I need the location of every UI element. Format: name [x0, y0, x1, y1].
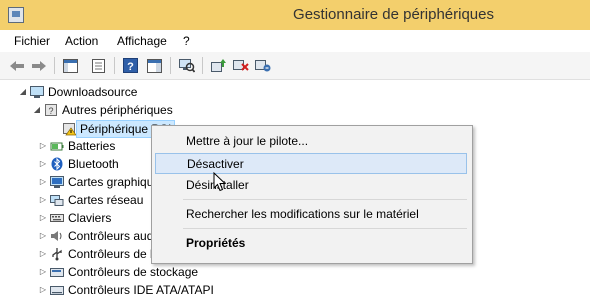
back-icon[interactable]: [8, 57, 25, 74]
expand-arrow-icon[interactable]: ▷: [38, 191, 48, 209]
tree-label-other-devices: Autres périphériques: [62, 103, 173, 117]
collapse-arrow-icon[interactable]: ◢: [18, 83, 28, 101]
tree-label-bluetooth: Bluetooth: [68, 157, 119, 171]
menu-separator: [183, 199, 467, 200]
speaker-icon: [50, 229, 64, 243]
help-icon[interactable]: ?: [122, 57, 139, 74]
warning-device-icon: [62, 122, 77, 136]
properties-icon[interactable]: [90, 57, 107, 74]
uninstall-device-icon[interactable]: [254, 57, 271, 74]
menu-item-disable[interactable]: Désactiver: [155, 153, 467, 174]
scan-hardware-icon[interactable]: [178, 57, 195, 74]
svg-text:?: ?: [48, 106, 53, 116]
menu-bar: Fichier Action Affichage ?: [0, 30, 590, 52]
toolbar: ?: [0, 52, 590, 80]
tree-label-ide-controllers: Contrôleurs IDE ATA/ATAPI: [68, 283, 214, 297]
expand-arrow-icon[interactable]: ▷: [38, 263, 48, 281]
menu-action[interactable]: Action: [65, 34, 98, 48]
tree-node-root[interactable]: ◢ Downloadsource: [18, 83, 218, 101]
collapse-arrow-icon[interactable]: ◢: [32, 101, 42, 119]
expand-arrow-icon[interactable]: ▷: [38, 209, 48, 227]
expand-arrow-icon[interactable]: ▷: [38, 137, 48, 155]
context-menu: Mettre à jour le pilote... Désactiver Dé…: [151, 125, 473, 264]
menu-separator: [183, 228, 467, 229]
expand-arrow-icon[interactable]: ▷: [38, 245, 48, 263]
menu-item-uninstall[interactable]: Désinstaller: [155, 175, 467, 196]
menu-item-scan-hardware[interactable]: Rechercher les modifications sur le maté…: [155, 204, 467, 225]
menu-item-properties[interactable]: Propriétés: [155, 233, 467, 254]
title-bar: Gestionnaire de périphériques: [0, 0, 590, 30]
window-title: Gestionnaire de périphériques: [293, 6, 494, 23]
tree-node-other-devices[interactable]: ◢ ? Autres périphériques: [32, 101, 232, 119]
menu-affichage[interactable]: Affichage: [117, 34, 167, 48]
bluetooth-icon: [50, 157, 64, 171]
expand-arrow-icon[interactable]: ▷: [38, 173, 48, 191]
tree-node-ide-controllers[interactable]: ▷ Contrôleurs IDE ATA/ATAPI: [38, 281, 238, 299]
keyboard-icon: [50, 211, 64, 225]
unknown-device-icon: ?: [44, 103, 58, 117]
expand-arrow-icon[interactable]: ▷: [38, 227, 48, 245]
tree-label-batteries: Batteries: [68, 139, 116, 153]
menu-help[interactable]: ?: [183, 34, 190, 48]
tree-label-root: Downloadsource: [48, 85, 138, 99]
expand-arrow-icon[interactable]: ▷: [38, 281, 48, 299]
menu-item-update-driver[interactable]: Mettre à jour le pilote...: [155, 131, 467, 152]
disable-device-icon[interactable]: [232, 57, 249, 74]
forward-icon[interactable]: [30, 57, 47, 74]
computer-icon: [30, 85, 44, 99]
display-adapter-icon: [50, 175, 64, 189]
battery-icon: [50, 139, 64, 153]
action-pane-icon[interactable]: [146, 57, 163, 74]
tree-label-keyboards: Claviers: [68, 211, 112, 225]
ide-controller-icon: [50, 283, 64, 297]
tree-node-storage-controllers[interactable]: ▷ Contrôleurs de stockage: [38, 263, 238, 281]
storage-controller-icon: [50, 265, 64, 279]
update-driver-icon[interactable]: [210, 57, 227, 74]
menu-fichier[interactable]: Fichier: [14, 34, 50, 48]
usb-icon: [50, 247, 64, 261]
network-adapter-icon: [50, 193, 64, 207]
show-hide-console-tree-icon[interactable]: [62, 57, 79, 74]
tree-label-storage-controllers: Contrôleurs de stockage: [68, 265, 199, 279]
mouse-cursor-icon: [213, 172, 227, 192]
tree-label-network-adapters: Cartes réseau: [68, 193, 144, 207]
svg-text:?: ?: [127, 61, 134, 73]
expand-arrow-icon[interactable]: ▷: [38, 155, 48, 173]
